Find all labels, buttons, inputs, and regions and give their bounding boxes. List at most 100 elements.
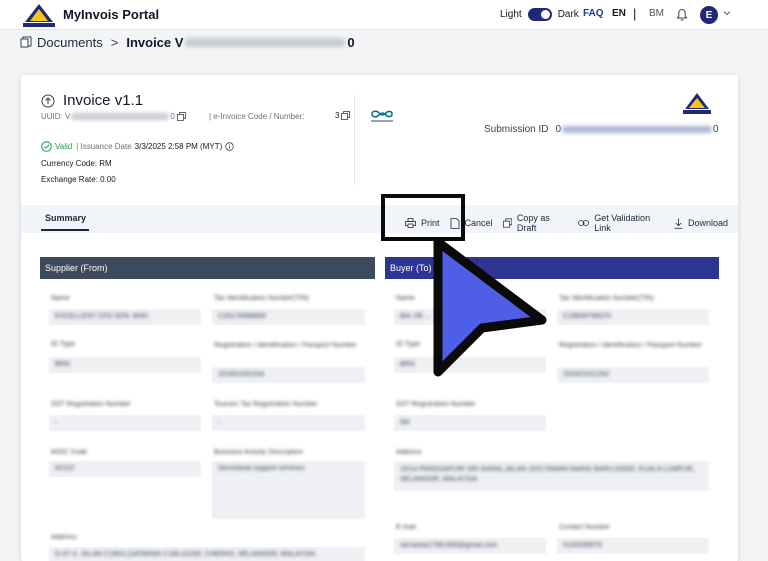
supplier-name-text: EXCELLENT CFO SDN. BHD. (55, 313, 150, 320)
buyer-contact-value: 0143289076 (557, 538, 709, 554)
supplier-address-value: D-37-3, JALAN C180/1,DATARAN C180,42200,… (49, 547, 365, 561)
link-icon (578, 220, 590, 226)
supplier-address-text: D-37-3, JALAN C180/1,DATARAN C180,42200,… (55, 551, 316, 558)
copy-icon[interactable] (176, 112, 186, 121)
buyer-email-text: sienaiwa17961993@gmail.com (400, 542, 498, 549)
validation-status-row: Valid | Issuance Date 3/3/2025 2:58 PM (… (41, 141, 234, 152)
issuance-date: 3/3/2025 2:58 PM (MYT) (134, 142, 223, 151)
buyer-contact-label: Contact Number (559, 524, 610, 531)
invoice-title-text: Invoice v1.1 (63, 92, 144, 109)
redacted-id (185, 37, 346, 47)
buyer-registration-label: Registration / Identification / Passport… (559, 342, 702, 349)
submission-id-label: Submission ID (484, 124, 549, 135)
buyer-address-value: 10/14 PANGSAPURI SRI INANG,JALAN 16/3,TA… (394, 461, 709, 491)
redacted-uuid (71, 113, 170, 120)
supplier-address-label: Address (51, 534, 77, 541)
breadcrumb-documents[interactable]: Documents (37, 35, 103, 50)
supplier-activity-label: Business Activity Description (214, 449, 304, 456)
supplier-id-type-value: BRN (49, 357, 201, 373)
info-icon[interactable] (225, 142, 234, 151)
submission-id-suffix: 0 (713, 124, 719, 135)
supplier-name-label: Name (51, 295, 70, 302)
supplier-company-logo (371, 110, 393, 122)
invoice-header: Invoice v1.1 UUID: V 0 | e-Invoice Code … (21, 75, 738, 205)
upload-circle-icon (41, 94, 55, 107)
bell-icon[interactable] (676, 8, 688, 22)
get-validation-link-label: Get Validation Link (594, 213, 651, 233)
breadcrumb-invoice-prefix: Invoice V (126, 34, 184, 50)
copy-as-draft-button[interactable]: Copy as Draft (502, 213, 569, 233)
buyer-address-text: 10/14 PANGSAPURI SRI INANG,JALAN 16/3,TA… (400, 466, 695, 483)
supplier-id-type-text: BRN (55, 361, 70, 368)
buyer-sst-label: SST Registration Number (396, 401, 476, 408)
lhdn-logo[interactable] (19, 2, 59, 28)
issuance-label: | Issuance Date (76, 142, 132, 151)
buyer-sst-text: NA (400, 419, 410, 426)
buyer-address-label: Address (396, 449, 422, 456)
download-button[interactable]: Download (674, 218, 728, 229)
supplier-msic-text: 82110 (55, 465, 74, 472)
exchange-rate: Exchange Rate: 0.00 (41, 175, 116, 184)
lhdn-logo (683, 93, 711, 114)
e-invoice-code-suffix: 3 (335, 111, 340, 120)
buyer-name-label: Name (396, 295, 415, 302)
pointer-cursor-icon (433, 237, 547, 377)
tab-active-indicator (41, 229, 89, 231)
check-circle-icon (41, 141, 52, 152)
supplier-msic-label: MSIC Code (51, 449, 88, 456)
invoice-title: Invoice v1.1 (41, 92, 143, 109)
theme-dark-label: Dark (557, 9, 579, 20)
supplier-section-header: Supplier (From) (40, 257, 375, 279)
theme-switch: Light Dark (500, 8, 579, 21)
supplier-sst-value: - (49, 415, 201, 431)
portal-title: MyInvois Portal (63, 7, 160, 22)
supplier-tin-label: Tax Identification Number(TIN) (214, 295, 309, 302)
buyer-tin-label: Tax Identification Number(TIN) (559, 295, 654, 302)
theme-light-label: Light (500, 9, 522, 20)
buyer-id-type-label: ID Type (396, 341, 420, 348)
supplier-name-value: EXCELLENT CFO SDN. BHD. (49, 309, 201, 325)
download-icon (674, 218, 683, 229)
theme-toggle[interactable] (527, 8, 552, 21)
copy-icon[interactable] (341, 111, 351, 120)
cancel-label: Cancel (464, 218, 493, 228)
supplier-tourism-tax-label: Tourism Tax Registration Number (214, 401, 318, 408)
buyer-id-type-text: BRN (400, 361, 415, 368)
redacted-submission-id (562, 126, 713, 133)
lang-separator: | (633, 6, 637, 21)
top-header: MyInvois Portal Light Dark FAQ EN | BM E (0, 0, 768, 30)
buyer-tin-value: C18608798070 (557, 309, 709, 325)
buyer-contact-text: 0143289076 (563, 542, 602, 549)
buyer-email-label: E-mail (396, 524, 416, 531)
copy-icon (502, 218, 512, 228)
lang-en-button[interactable]: EN (612, 8, 626, 19)
buyer-tin-text: C18608798070 (563, 313, 611, 320)
documents-icon (20, 36, 32, 48)
breadcrumb: Documents > Invoice V 0 (20, 33, 355, 51)
status-badge: Valid (55, 142, 73, 151)
user-avatar[interactable]: E (700, 6, 718, 24)
supplier-msic-value: 82110 (49, 461, 201, 477)
get-validation-link-button[interactable]: Get Validation Link (578, 213, 664, 233)
chevron-down-icon[interactable] (722, 8, 732, 18)
invoice-card: Invoice v1.1 UUID: V 0 | e-Invoice Code … (21, 75, 738, 561)
tab-summary[interactable]: Summary (45, 213, 86, 223)
supplier-registration-value: 201801041164 (212, 367, 365, 383)
faq-link[interactable]: FAQ (583, 8, 604, 19)
header-divider (354, 95, 355, 185)
submission-id-row: Submission ID 0 0 (484, 124, 719, 135)
download-label: Download (687, 218, 728, 228)
supplier-tin-text: C26178488800 (218, 313, 266, 320)
buyer-sst-value: NA (394, 415, 546, 431)
buyer-email-value: sienaiwa17961993@gmail.com (394, 538, 546, 554)
copy-as-draft-label: Copy as Draft (516, 213, 550, 233)
uuid-suffix: 0 (170, 112, 175, 121)
e-invoice-code-label: | e-Invoice Code / Number: (209, 112, 305, 121)
currency-code: Currency Code: RM (41, 159, 112, 168)
supplier-sst-text: - (55, 419, 58, 426)
tab-toolbar: Summary Print Cancel Copy as Draft Get V… (21, 205, 738, 233)
submission-id-prefix: 0 (555, 124, 562, 135)
lang-bm-button[interactable]: BM (649, 8, 664, 19)
supplier-registration-label: Registration / Identification / Passport… (214, 342, 357, 349)
e-invoice-code-row: 3 (335, 111, 351, 120)
